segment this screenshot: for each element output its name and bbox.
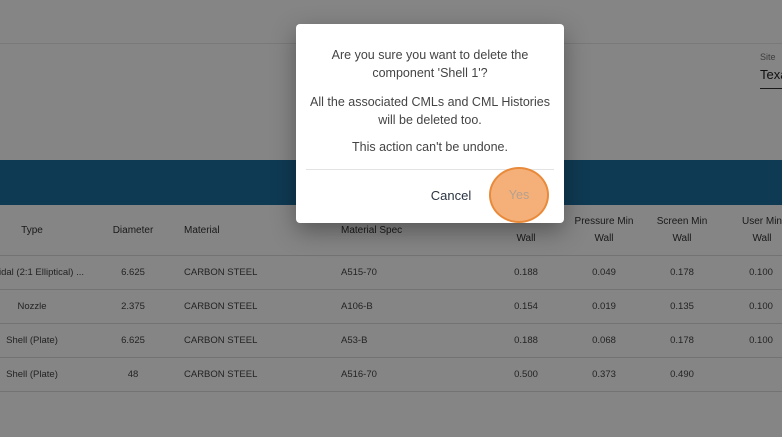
dialog-message-line-4: will be deleted too. [378, 113, 482, 127]
dialog-message-line-2: component 'Shell 1'? [372, 66, 488, 80]
yes-button[interactable]: Yes [489, 167, 549, 223]
dialog-message-line-3: All the associated CMLs and CML Historie… [310, 95, 550, 109]
yes-button-label: Yes [508, 188, 530, 202]
dialog-message-line-1: Are you sure you want to delete the [331, 48, 529, 62]
dialog-warning-text: This action can't be undone. [352, 140, 508, 154]
cancel-button[interactable]: Cancel [426, 184, 476, 206]
